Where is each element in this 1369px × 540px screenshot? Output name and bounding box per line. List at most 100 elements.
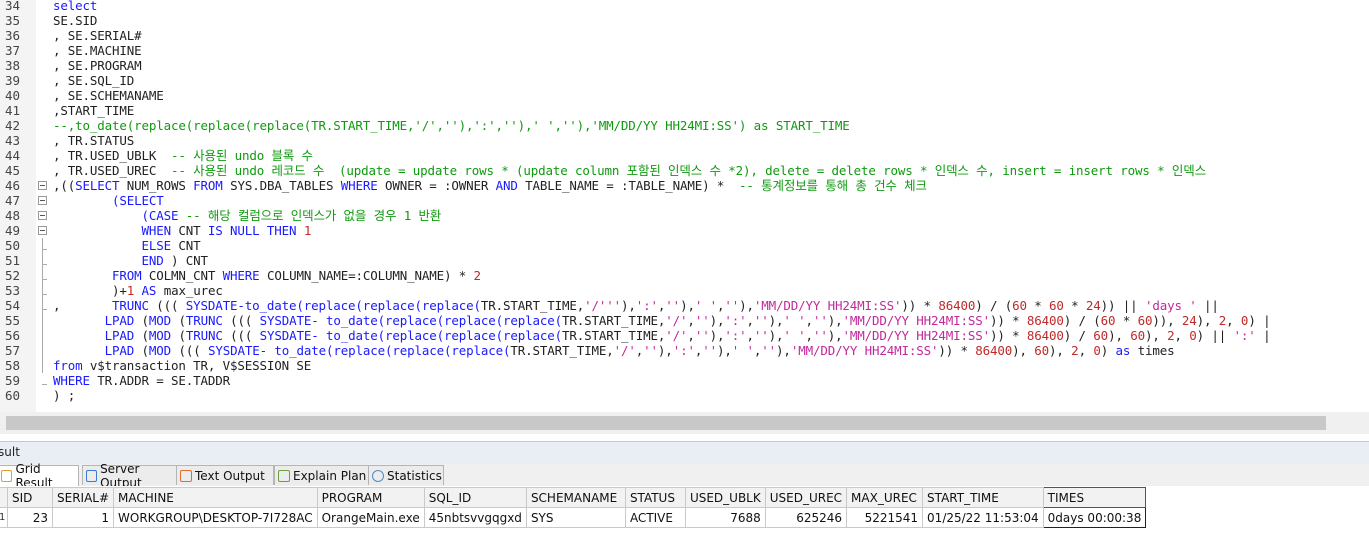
code-line[interactable]: ,((SELECT NUM_ROWS FROM SYS.DBA_TABLES W… <box>53 178 927 193</box>
cell-status[interactable]: ACTIVE <box>624 507 686 528</box>
column-header-used-urec[interactable]: USED_UREC <box>764 487 848 508</box>
code-token: WHERE <box>222 268 260 283</box>
code-token: 86400 <box>938 298 976 313</box>
code-line[interactable]: --,to_date(replace(replace(replace(TR.ST… <box>53 118 850 133</box>
code-token: TR.START_TIME, <box>562 328 666 343</box>
column-header-schemaname[interactable]: SCHEMANAME <box>525 487 626 508</box>
code-token: AS <box>141 283 157 298</box>
column-header-program[interactable]: PROGRAM <box>316 487 425 508</box>
cell-serial-[interactable]: 1 <box>51 507 115 528</box>
cell-start-time[interactable]: 01/25/22 11:53:04 <box>922 507 1044 528</box>
column-header-sql-id[interactable]: SQL_ID <box>423 487 527 508</box>
code-line[interactable]: from v$transaction TR, V$SESSION SE <box>53 358 311 373</box>
tab-explain-plan[interactable]: Explain Plan <box>274 465 370 485</box>
code-line[interactable]: , SE.SERIAL# <box>53 28 142 43</box>
code-token: TRUNC <box>185 313 223 328</box>
code-line[interactable]: ELSE CNT <box>53 238 201 253</box>
code-token: ), <box>657 343 673 358</box>
code-token: '' <box>753 328 769 343</box>
horizontal-scrollbar[interactable] <box>0 412 1369 434</box>
column-header-machine[interactable]: MACHINE <box>113 487 318 508</box>
cell-times[interactable]: 0days 00:00:38 <box>1042 507 1147 528</box>
column-header-serial-[interactable]: SERIAL# <box>51 487 115 508</box>
code-token: , SE.MACHINE <box>53 43 142 58</box>
code-token: ), <box>768 313 784 328</box>
cell-sid[interactable]: 23 <box>7 507 53 528</box>
result-grid[interactable]: SID SERIAL# MACHINE PROGRAM SQL_ID SCHEMANAME… <box>0 486 1369 540</box>
code-token: ), <box>709 328 725 343</box>
code-line[interactable]: LPAD (MOD (TRUNC ((( SYSDATE- to_date(re… <box>53 328 1271 343</box>
code-line[interactable]: WHEN CNT IS NULL THEN 1 <box>53 223 312 238</box>
code-token: 60 <box>1137 313 1153 328</box>
grid-icon <box>1 470 13 482</box>
sql-editor[interactable]: 34 35 36 37 38 39 40 41 42 43 44 45 46 47 48 49 50 51 52 53… <box>0 0 1369 412</box>
cell-machine[interactable]: WORKGROUP\DESKTOP-7I728AC <box>113 507 318 528</box>
code-token: MOD <box>148 328 172 343</box>
row-marker[interactable]: 1 <box>0 507 8 528</box>
cell-max-urec[interactable]: 5221541 <box>846 507 924 528</box>
result-tabs: Grid Result Server Output Text Output Expla… <box>0 462 1369 490</box>
code-line[interactable]: ,START_TIME <box>53 103 134 118</box>
fold-toggle-icon[interactable] <box>38 196 47 205</box>
code-line[interactable]: (SELECT <box>53 193 164 208</box>
code-line[interactable]: (CASE -- 해당 컬럼으로 인덱스가 없을 경우 1 반환 <box>53 208 442 223</box>
code-token: (CASE <box>141 208 179 223</box>
code-token: WHEN <box>141 223 172 238</box>
tab-grid-result[interactable]: Grid Result <box>0 462 79 490</box>
tab-server-output[interactable]: Server Output <box>82 462 178 490</box>
result-panel-title: sult <box>0 445 20 459</box>
code-token: --,to_date(replace(replace(replace(TR.ST… <box>53 118 850 133</box>
code-token: '' <box>761 343 777 358</box>
cell-sql-id[interactable]: 45nbtsvvgqgxd <box>423 507 527 528</box>
code-token: ) / ( <box>975 298 1013 313</box>
scrollbar-thumb[interactable] <box>6 416 1326 430</box>
code-line[interactable]: , SE.PROGRAM <box>53 58 142 73</box>
code-line[interactable]: , SE.MACHINE <box>53 43 142 58</box>
code-token: '/' <box>665 328 688 343</box>
cell-used-ublk[interactable]: 7688 <box>684 507 766 528</box>
code-line[interactable]: , TR.USED_UBLK -- 사용된 undo 블록 수 <box>53 148 313 163</box>
code-token: from <box>53 358 83 373</box>
code-line[interactable]: SE.SID <box>53 13 97 28</box>
code-token: , SE.SERIAL# <box>53 28 142 43</box>
fold-toggle-icon[interactable] <box>38 226 47 235</box>
code-line[interactable]: ) ; <box>53 388 75 403</box>
code-line[interactable]: , TR.STATUS <box>53 133 134 148</box>
code-token: OWNER = :OWNER <box>377 178 496 193</box>
code-token: , <box>1174 328 1190 343</box>
code-line[interactable]: FROM COLMN_CNT WHERE COLUMN_NAME=:COLUMN… <box>53 268 481 283</box>
tab-text-output[interactable]: Text Output <box>176 465 274 485</box>
column-header-status[interactable]: STATUS <box>624 487 686 508</box>
column-header-times[interactable]: TIMES <box>1042 487 1147 508</box>
fold-toggle-icon[interactable] <box>38 211 47 220</box>
code-line[interactable]: , TRUNC ((( SYSDATE-to_date(replace(repl… <box>53 298 1219 313</box>
line-number: 41 <box>4 103 20 118</box>
column-header-sid[interactable]: SID <box>7 487 53 508</box>
code-token: , SE.PROGRAM <box>53 58 142 73</box>
column-header-start-time[interactable]: START_TIME <box>922 487 1044 508</box>
code-line[interactable]: )+1 AS max_urec <box>53 283 223 298</box>
code-line[interactable]: , SE.SCHEMANAME <box>53 88 164 103</box>
code-line[interactable]: WHERE TR.ADDR = SE.TADDR <box>53 373 230 388</box>
code-line[interactable]: , TR.USED_UREC -- 사용된 undo 레코드 수 (update… <box>53 163 1206 178</box>
column-header-max-urec[interactable]: MAX_UREC <box>846 487 924 508</box>
code-token: '' <box>694 313 710 328</box>
code-token: TRUNC <box>112 298 149 313</box>
code-line[interactable]: LPAD (MOD (TRUNC ((( SYSDATE- to_date(re… <box>53 313 1271 328</box>
fold-toggle-icon[interactable] <box>38 181 47 190</box>
cell-schemaname[interactable]: SYS <box>525 507 626 528</box>
code-token: as <box>1115 343 1131 358</box>
code-line[interactable]: END ) CNT <box>53 253 209 268</box>
code-line[interactable]: select <box>53 0 97 13</box>
tab-statistics[interactable]: Statistics <box>368 465 444 485</box>
code-token: ' ' <box>783 313 806 328</box>
server-output-icon <box>86 469 98 482</box>
code-line[interactable]: , SE.SQL_ID <box>53 73 134 88</box>
code-token: 60 <box>1012 298 1027 313</box>
column-header-used-ublk[interactable]: USED_UBLK <box>684 487 766 508</box>
table-row[interactable]: 1 23 1 WORKGROUP\DESKTOP-7I728AC OrangeMain.… <box>0 507 1147 528</box>
cell-program[interactable]: OrangeMain.exe <box>316 507 425 528</box>
cell-used-urec[interactable]: 625246 <box>764 507 848 528</box>
code-line[interactable]: LPAD (MOD ((( SYSDATE- to_date(replace(r… <box>53 343 1175 358</box>
